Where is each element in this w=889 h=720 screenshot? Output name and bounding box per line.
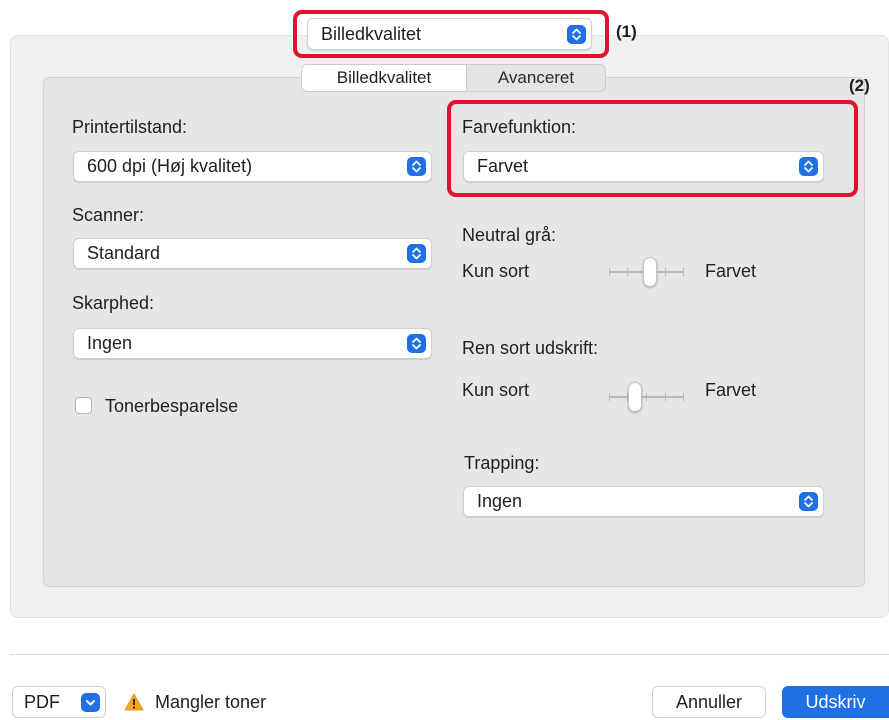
toner-save-checkbox[interactable] <box>75 397 92 414</box>
scanner-popup[interactable]: Standard <box>73 238 432 269</box>
chevron-down-icon <box>81 693 100 712</box>
popup-stepper-icon <box>799 492 818 511</box>
neutral-gray-slider[interactable] <box>609 257 684 287</box>
popup-stepper-icon <box>407 334 426 353</box>
sharpness-value: Ingen <box>87 333 133 353</box>
neutral-gray-slider-knob[interactable] <box>643 257 658 287</box>
neutral-gray-label: Neutral grå: <box>462 225 557 245</box>
popup-stepper-icon <box>407 244 426 263</box>
warning-text: Mangler toner <box>155 692 267 712</box>
sharpness-label: Skarphed: <box>72 293 155 313</box>
callout-box-1 <box>293 10 609 58</box>
tab-avanceret[interactable]: Avanceret <box>467 65 605 91</box>
popup-stepper-icon <box>407 157 426 176</box>
pdf-menu-button[interactable]: PDF <box>12 686 106 718</box>
callout-label-2: (2) <box>849 76 870 95</box>
printer-mode-value: 600 dpi (Høj kvalitet) <box>87 156 253 176</box>
warning-icon <box>124 693 144 711</box>
cancel-button[interactable]: Annuller <box>652 686 766 718</box>
neutral-gray-min-label: Kun sort <box>462 261 530 281</box>
toner-save-label: Tonerbesparelse <box>105 396 239 416</box>
callout-label-1: (1) <box>616 22 637 41</box>
tab-bar: Billedkvalitet Avanceret <box>301 64 606 92</box>
tab-billedkvalitet[interactable]: Billedkvalitet <box>302 65 467 91</box>
printer-mode-label: Printertilstand: <box>72 117 188 137</box>
print-button[interactable]: Udskriv <box>782 686 889 718</box>
callout-box-2 <box>447 100 858 197</box>
neutral-gray-max-label: Farvet <box>705 261 757 281</box>
pure-black-slider[interactable] <box>609 382 684 412</box>
footer-divider <box>10 654 889 655</box>
sharpness-popup[interactable]: Ingen <box>73 328 432 359</box>
trapping-label: Trapping: <box>464 453 540 473</box>
pdf-label: PDF <box>24 691 60 712</box>
trapping-value: Ingen <box>477 491 523 511</box>
scanner-value: Standard <box>87 243 161 263</box>
pure-black-slider-knob[interactable] <box>628 382 643 412</box>
trapping-popup[interactable]: Ingen <box>463 486 824 517</box>
scanner-label: Scanner: <box>72 205 145 225</box>
pure-black-min-label: Kun sort <box>462 380 530 400</box>
pure-black-max-label: Farvet <box>705 380 757 400</box>
pure-black-label: Ren sort udskrift: <box>462 338 599 358</box>
printer-mode-popup[interactable]: 600 dpi (Høj kvalitet) <box>73 151 432 182</box>
